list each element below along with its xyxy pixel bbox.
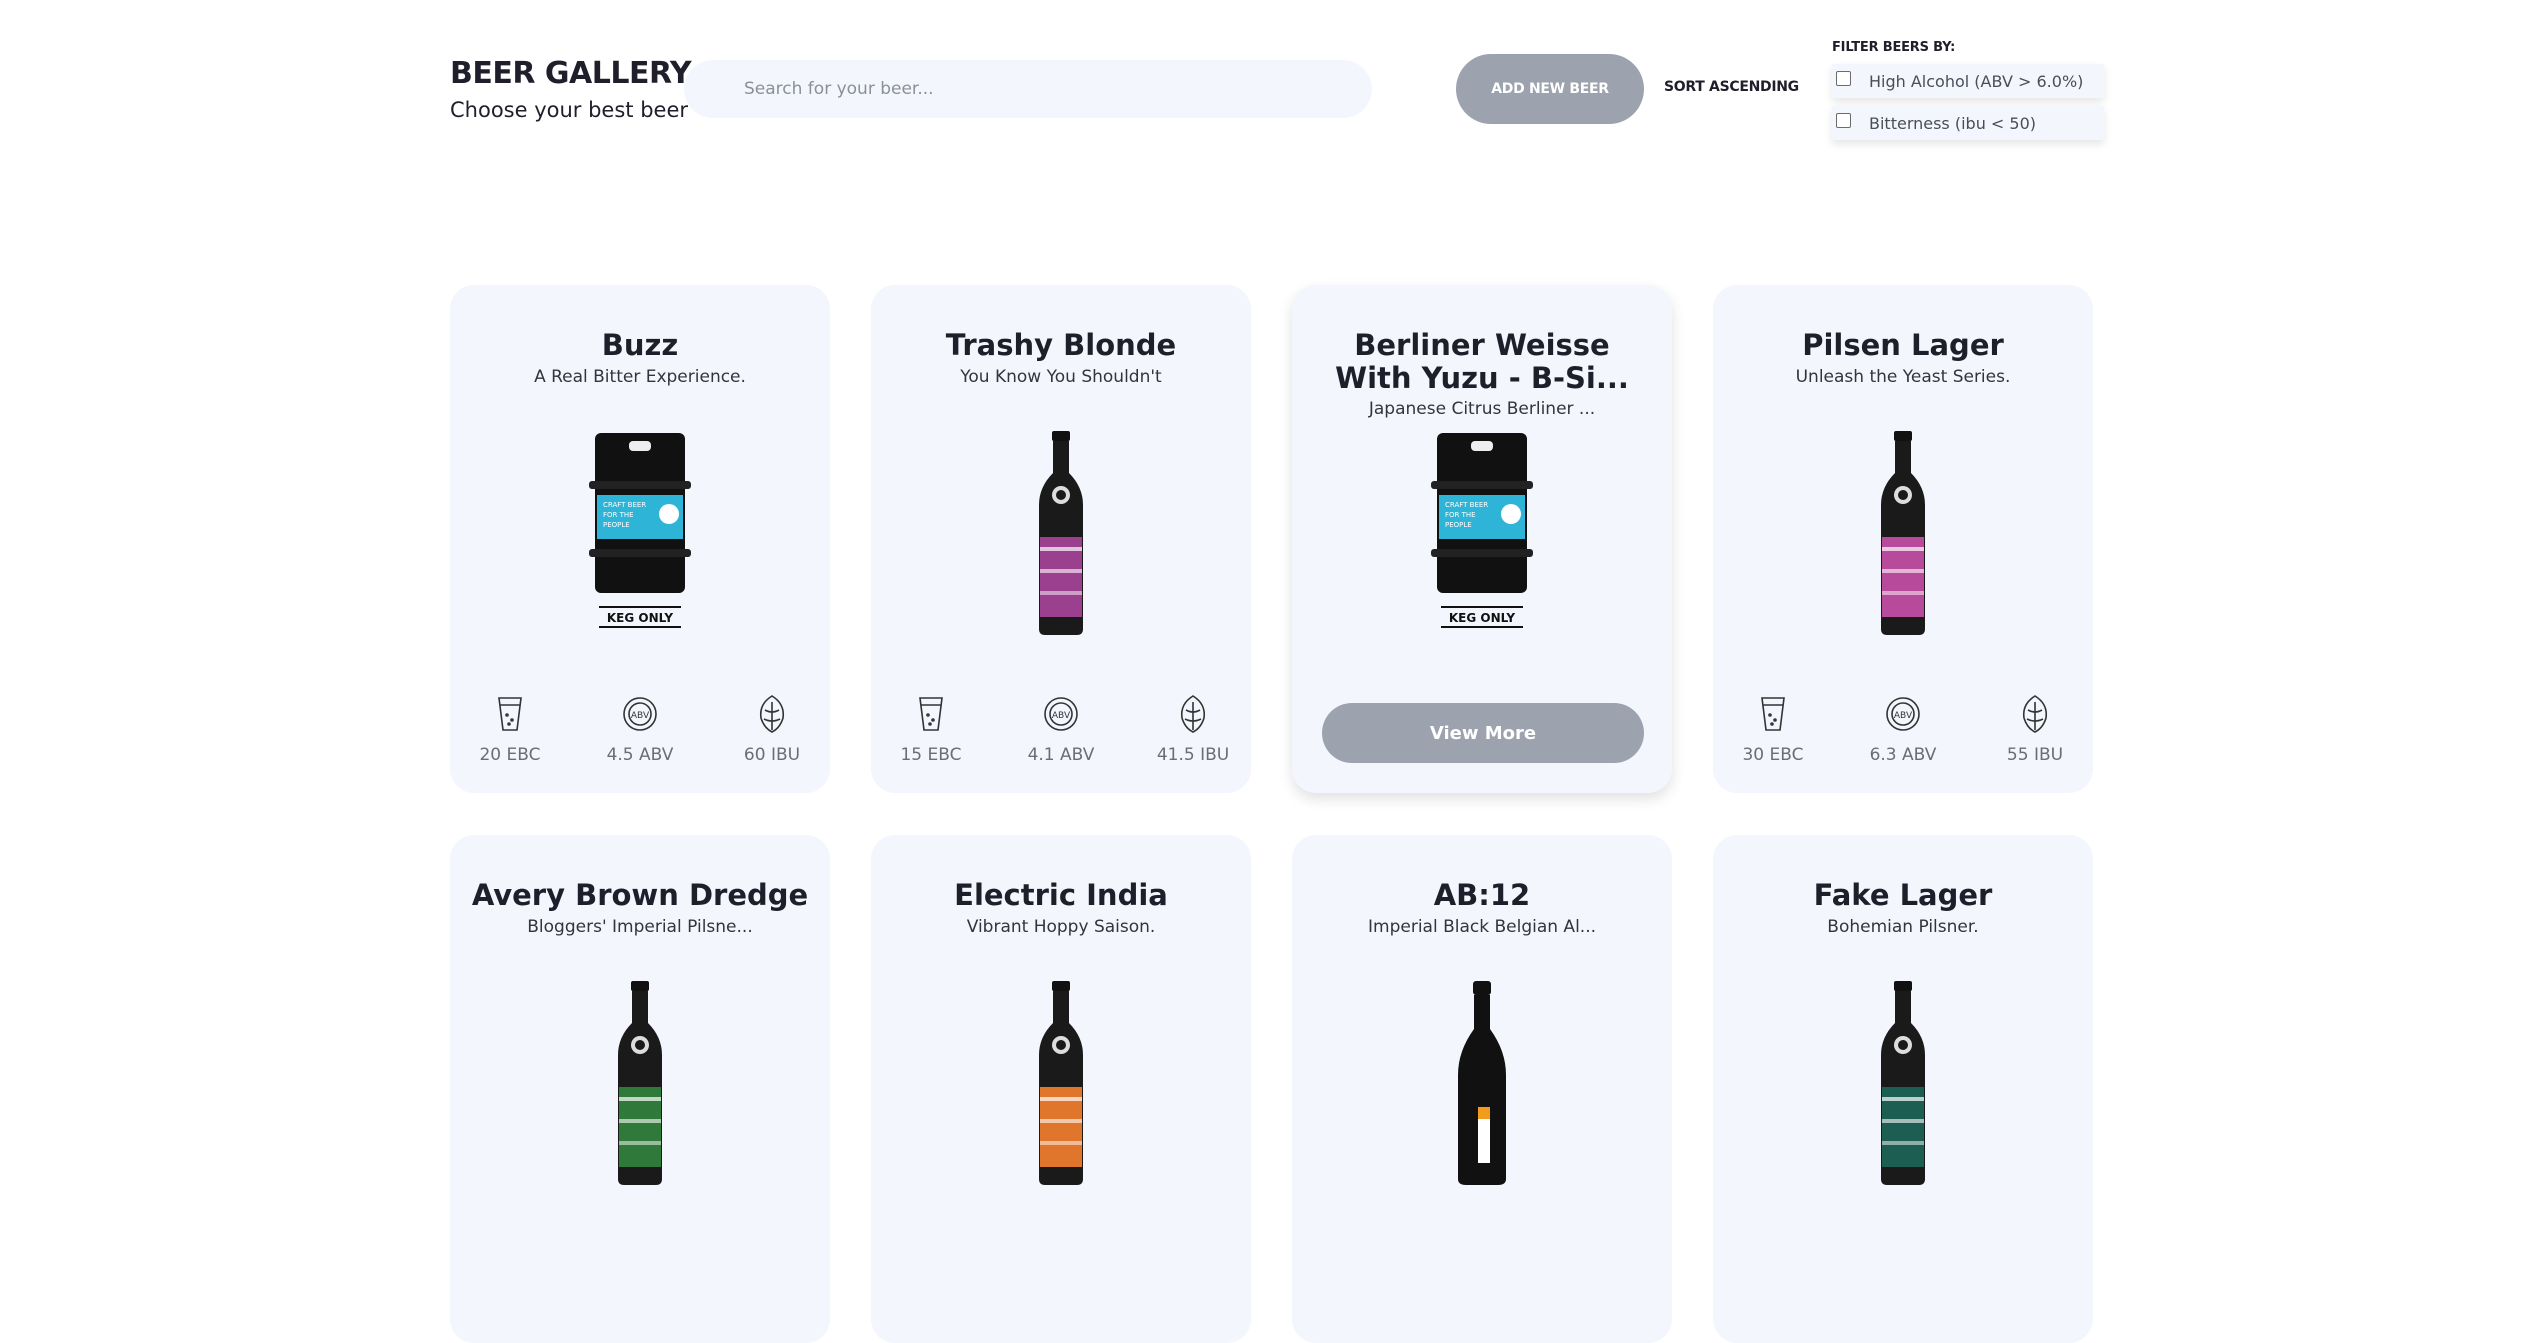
- abv-stat: ABV 4.5 ABV: [590, 693, 690, 765]
- hop-icon: [722, 693, 822, 735]
- beer-card[interactable]: Fake Lager Bohemian Pilsner.: [1713, 835, 2093, 1343]
- search-box[interactable]: [684, 60, 1372, 118]
- beer-card[interactable]: Trashy Blonde You Know You Shouldn't 15 EB…: [871, 285, 1251, 793]
- abv-value: 4.1 ABV: [1027, 745, 1095, 765]
- svg-text:CRAFT BEER: CRAFT BEER: [1445, 501, 1488, 509]
- svg-text:PEOPLE: PEOPLE: [603, 521, 630, 529]
- filter-high-alcohol[interactable]: High Alcohol (ABV > 6.0%): [1832, 64, 2104, 98]
- add-new-beer-button[interactable]: ADD NEW BEER: [1456, 54, 1644, 124]
- beer-name: AB:12: [1433, 878, 1531, 912]
- svg-text:CRAFT BEER: CRAFT BEER: [603, 501, 646, 509]
- ebc-value: 15 EBC: [900, 745, 962, 765]
- beer-glass-icon: [881, 693, 981, 735]
- beer-tagline: Bloggers' Imperial Pilsne...: [527, 917, 753, 937]
- beer-name: Avery Brown Dredge: [471, 878, 809, 912]
- beer-card[interactable]: Buzz A Real Bitter Experience. CRAFT BEER F…: [450, 285, 830, 793]
- green-bottle-image: [618, 981, 662, 1185]
- beer-image: [1292, 979, 1672, 1189]
- view-more-button[interactable]: View More: [1322, 703, 1644, 763]
- beer-name: Fake Lager: [1813, 878, 1993, 912]
- beer-stats: 30 EBC ABV 6.3 ABV 55 IBU: [1713, 693, 2093, 773]
- beer-image: [1713, 429, 2093, 639]
- ibu-value: 41.5 IBU: [1156, 745, 1230, 765]
- abv-badge-icon: ABV: [1853, 693, 1953, 735]
- beer-name: Electric India: [954, 878, 1168, 912]
- beer-tagline: You Know You Shouldn't: [960, 367, 1162, 387]
- sort-ascending-button[interactable]: SORT ASCENDING: [1664, 79, 1799, 95]
- ibu-value: 60 IBU: [743, 745, 801, 765]
- search-input[interactable]: [742, 78, 1372, 100]
- orange-bottle-image: [1039, 981, 1083, 1185]
- beer-card[interactable]: Avery Brown Dredge Bloggers' Imperial Pil…: [450, 835, 830, 1343]
- page-subtitle: Choose your best beer: [450, 98, 689, 122]
- beer-name: Pilsen Lager: [1802, 328, 2004, 362]
- hop-icon: [1985, 693, 2085, 735]
- beer-tagline: A Real Bitter Experience.: [534, 367, 746, 387]
- beer-name: Buzz: [601, 328, 679, 362]
- high-alcohol-checkbox[interactable]: [1836, 70, 1851, 86]
- pink-bottle-image: [1881, 431, 1925, 635]
- beer-tagline: Japanese Citrus Berliner ...: [1368, 399, 1596, 419]
- abv-value: 6.3 ABV: [1869, 745, 1937, 765]
- svg-text:FOR THE: FOR THE: [1445, 511, 1476, 519]
- beer-card[interactable]: Berliner Weisse With Yuzu - B-Si... Japan…: [1292, 285, 1672, 793]
- beer-tagline: Unleash the Yeast Series.: [1795, 367, 2011, 387]
- beer-card[interactable]: Electric India Vibrant Hoppy Saison.: [871, 835, 1251, 1343]
- svg-text:ABV: ABV: [1894, 711, 1913, 721]
- bitterness-checkbox[interactable]: [1836, 112, 1851, 128]
- beer-stats: 20 EBC ABV 4.5 ABV 60 IBU: [450, 693, 830, 773]
- beer-image: [1713, 979, 2093, 1189]
- svg-text:KEG ONLY: KEG ONLY: [1449, 611, 1516, 625]
- beer-name: Berliner Weisse With Yuzu - B-Si...: [1335, 328, 1629, 395]
- large-black-bottle-image: [1458, 981, 1506, 1185]
- svg-text:ABV: ABV: [631, 711, 650, 721]
- beer-image: CRAFT BEER FOR THE PEOPLE KEG ONLY: [1292, 429, 1672, 639]
- filter-label: High Alcohol (ABV > 6.0%): [1869, 71, 2084, 91]
- hop-icon: [1143, 693, 1243, 735]
- keg-image: CRAFT BEER FOR THE PEOPLE KEG ONLY: [589, 433, 691, 628]
- svg-text:PEOPLE: PEOPLE: [1445, 521, 1472, 529]
- svg-text:FOR THE: FOR THE: [603, 511, 634, 519]
- filter-bitterness[interactable]: Bitterness (ibu < 50): [1832, 106, 2104, 140]
- ebc-value: 20 EBC: [479, 745, 541, 765]
- beer-card[interactable]: AB:12 Imperial Black Belgian Al...: [1292, 835, 1672, 1343]
- ebc-stat: 15 EBC: [881, 693, 981, 765]
- abv-stat: ABV 6.3 ABV: [1853, 693, 1953, 765]
- abv-badge-icon: ABV: [1011, 693, 1111, 735]
- beer-glass-icon: [460, 693, 560, 735]
- beer-tagline: Vibrant Hoppy Saison.: [966, 917, 1156, 937]
- abv-stat: ABV 4.1 ABV: [1011, 693, 1111, 765]
- purple-bottle-image: [1039, 431, 1083, 635]
- beer-name: Trashy Blonde: [945, 328, 1177, 362]
- ibu-stat: 41.5 IBU: [1143, 693, 1243, 765]
- abv-value: 4.5 ABV: [606, 745, 674, 765]
- teal-bottle-image: [1881, 981, 1925, 1185]
- keg-image: CRAFT BEER FOR THE PEOPLE KEG ONLY: [1431, 433, 1533, 628]
- beer-image: [450, 979, 830, 1189]
- page-title: BEER GALLERY: [450, 56, 692, 91]
- ibu-stat: 60 IBU: [722, 693, 822, 765]
- beer-image: [871, 979, 1251, 1189]
- beer-image: CRAFT BEER FOR THE PEOPLE KEG ONLY: [450, 429, 830, 639]
- abv-badge-icon: ABV: [590, 693, 690, 735]
- beer-tagline: Imperial Black Belgian Al...: [1368, 917, 1596, 937]
- ibu-value: 55 IBU: [2006, 745, 2064, 765]
- beer-card[interactable]: Pilsen Lager Unleash the Yeast Series. 30 …: [1713, 285, 2093, 793]
- header: BEER GALLERY Choose your best beer ADD N…: [0, 0, 2534, 200]
- svg-text:ABV: ABV: [1052, 711, 1071, 721]
- beer-glass-icon: [1723, 693, 1823, 735]
- ebc-stat: 20 EBC: [460, 693, 560, 765]
- filter-title: FILTER BEERS BY:: [1832, 40, 1956, 55]
- ebc-value: 30 EBC: [1742, 745, 1804, 765]
- beer-image: [871, 429, 1251, 639]
- beer-tagline: Bohemian Pilsner.: [1827, 917, 1979, 937]
- beer-stats: 15 EBC ABV 4.1 ABV 41.5 IBU: [871, 693, 1251, 773]
- filter-label: Bitterness (ibu < 50): [1869, 113, 2037, 133]
- ebc-stat: 30 EBC: [1723, 693, 1823, 765]
- ibu-stat: 55 IBU: [1985, 693, 2085, 765]
- svg-text:KEG ONLY: KEG ONLY: [607, 611, 674, 625]
